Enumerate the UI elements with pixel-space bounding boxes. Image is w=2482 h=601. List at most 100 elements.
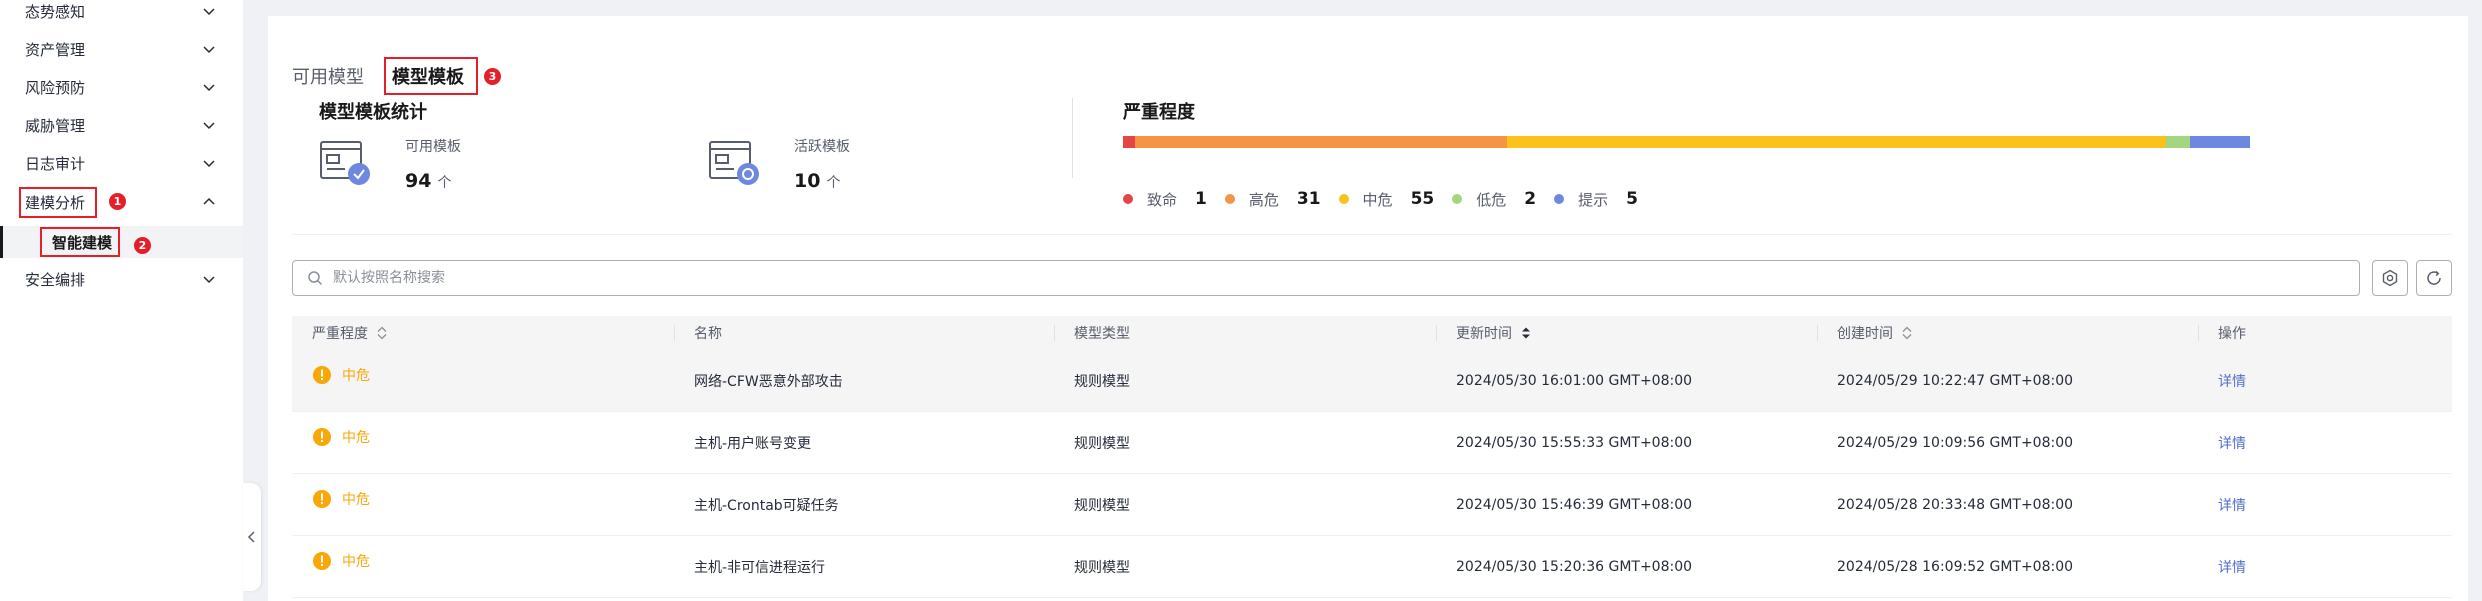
name-cell: 网络-CFW恶意外部攻击 <box>694 374 843 390</box>
chevron-up-icon <box>203 197 215 205</box>
created-cell: 2024/05/29 10:22:47 GMT+08:00 <box>1837 373 2074 389</box>
updated-cell: 2024/05/30 15:55:33 GMT+08:00 <box>1456 435 1693 451</box>
chevron-down-icon <box>203 160 215 168</box>
severity-segment <box>2166 136 2191 148</box>
column-separator <box>1054 325 1055 341</box>
tab-model-templates[interactable]: 模型模板 <box>392 60 464 92</box>
severity-legend: 致命 1 高危 31 中危 55 低危 2 提示 5 <box>1123 187 1656 211</box>
tab-available-models[interactable]: 可用模型 <box>292 60 364 92</box>
col-severity[interactable]: 严重程度 <box>312 316 388 350</box>
search-box[interactable] <box>292 260 2360 296</box>
sidebar-item-label: 风险预防 <box>25 78 86 97</box>
legend-fatal: 致命 1 <box>1123 189 1207 210</box>
gear-icon <box>2382 269 2398 287</box>
detail-link[interactable]: 详情 <box>2218 412 2246 474</box>
callout-badge-1: 1 <box>109 193 126 210</box>
callout-badge-2: 2 <box>134 237 151 254</box>
legend-dot <box>1554 194 1565 204</box>
name-cell: 主机-非可信进程运行 <box>694 560 826 576</box>
col-updated-time[interactable]: 更新时间 <box>1456 316 1532 350</box>
type-cell: 规则模型 <box>1074 560 1130 576</box>
type-cell: 规则模型 <box>1074 436 1130 452</box>
name-cell: 主机-用户账号变更 <box>694 436 812 452</box>
active-template-icon <box>709 141 759 185</box>
col-created-time[interactable]: 创建时间 <box>1837 316 1913 350</box>
severity-cell: 中危 <box>312 412 370 474</box>
severity-segment <box>2190 136 2250 148</box>
col-action: 操作 <box>2218 326 2246 342</box>
model-template-table: 严重程度 名称 模型类型 更新时间 创建时间 操作 中危 网络-CFW恶意外部攻… <box>292 316 2452 598</box>
available-template-count: 94 个 <box>405 170 452 192</box>
table-row: 中危 主机-用户账号变更 规则模型 2024/05/30 15:55:33 GM… <box>292 412 2452 474</box>
severity-segment <box>1134 136 1507 148</box>
column-separator <box>2198 325 2199 341</box>
severity-cell: 中危 <box>312 536 370 598</box>
search-input[interactable] <box>333 263 2359 293</box>
updated-cell: 2024/05/30 15:46:39 GMT+08:00 <box>1456 497 1693 513</box>
column-separator <box>1436 325 1437 341</box>
updated-cell: 2024/05/30 15:20:36 GMT+08:00 <box>1456 559 1693 575</box>
sort-icon <box>1902 326 1912 340</box>
legend-hint: 提示 5 <box>1554 189 1638 210</box>
name-cell: 主机-Crontab可疑任务 <box>694 498 839 514</box>
sidebar-item-asset-management[interactable]: 资产管理 <box>0 33 243 65</box>
severity-cell: 中危 <box>312 350 370 412</box>
sidebar-collapse-handle[interactable] <box>243 483 261 591</box>
sidebar-item-label: 态势感知 <box>25 2 86 21</box>
legend-dot <box>1338 194 1349 204</box>
refresh-icon <box>2427 270 2441 285</box>
sidebar-item-label: 安全编排 <box>25 270 86 289</box>
updated-cell: 2024/05/30 16:01:00 GMT+08:00 <box>1456 373 1693 389</box>
legend-medium: 中危 55 <box>1338 189 1434 210</box>
table-header: 严重程度 名称 模型类型 更新时间 创建时间 操作 <box>292 316 2452 350</box>
warning-icon <box>313 490 331 508</box>
sidebar-item-security-orchestration[interactable]: 安全编排 <box>0 263 243 295</box>
sidebar-item-threat-management[interactable]: 威胁管理 <box>0 109 243 141</box>
table-row: 中危 主机-Crontab可疑任务 规则模型 2024/05/30 15:46:… <box>292 474 2452 536</box>
chevron-down-icon <box>203 276 215 284</box>
main-panel: 可用模型 模型模板 3 模型模板统计 可用模板 94 个 活跃模板 10 个 严重程… <box>268 16 2468 601</box>
sort-desc-icon <box>1522 327 1530 339</box>
type-cell: 规则模型 <box>1074 498 1130 514</box>
legend-low: 低危 2 <box>1452 189 1536 210</box>
severity-segment <box>1506 136 2167 148</box>
sidebar-item-log-audit[interactable]: 日志审计 <box>0 147 243 179</box>
detail-link[interactable]: 详情 <box>2218 350 2246 412</box>
severity-title: 严重程度 <box>1123 102 1195 123</box>
settings-button[interactable] <box>2372 260 2408 296</box>
created-cell: 2024/05/28 20:33:48 GMT+08:00 <box>1837 497 2074 513</box>
active-template-label: 活跃模板 <box>794 139 850 155</box>
warning-icon <box>313 552 331 570</box>
legend-dot <box>1224 194 1235 204</box>
created-cell: 2024/05/29 10:09:56 GMT+08:00 <box>1837 435 2074 451</box>
col-name: 名称 <box>694 326 722 342</box>
chevron-down-icon <box>203 8 215 16</box>
sidebar-item-situation-awareness[interactable]: 态势感知 <box>0 0 243 27</box>
legend-dot <box>1452 194 1463 204</box>
severity-cell: 中危 <box>312 474 370 536</box>
template-stats-title: 模型模板统计 <box>319 102 427 123</box>
table-row: 中危 主机-非可信进程运行 规则模型 2024/05/30 15:20:36 G… <box>292 536 2452 598</box>
detail-link[interactable]: 详情 <box>2218 474 2246 536</box>
sidebar-item-label: 威胁管理 <box>25 116 86 135</box>
chevron-left-icon <box>247 531 255 543</box>
legend-dot <box>1123 194 1133 204</box>
created-cell: 2024/05/28 16:09:52 GMT+08:00 <box>1837 559 2074 575</box>
severity-segment <box>1123 136 1135 148</box>
sidebar: 态势感知 资产管理 风险预防 威胁管理 日志审计 建模分析 智能建模 安全编排 … <box>0 0 243 601</box>
refresh-button[interactable] <box>2416 260 2452 296</box>
chevron-down-icon <box>203 84 215 92</box>
column-separator <box>1817 325 1818 341</box>
active-template-count: 10 个 <box>794 170 841 192</box>
search-icon <box>308 271 323 286</box>
type-cell: 规则模型 <box>1074 374 1130 390</box>
legend-high: 高危 31 <box>1224 189 1321 210</box>
sidebar-item-risk-prevention[interactable]: 风险预防 <box>0 71 243 103</box>
sort-icon <box>377 326 387 340</box>
detail-link[interactable]: 详情 <box>2218 536 2246 598</box>
severity-distribution-bar <box>1123 136 2250 148</box>
available-template-icon <box>320 141 370 185</box>
sidebar-item-label: 日志审计 <box>25 154 86 173</box>
chevron-down-icon <box>203 122 215 130</box>
sidebar-subitem-smart-modeling[interactable]: 智能建模 <box>0 226 243 258</box>
